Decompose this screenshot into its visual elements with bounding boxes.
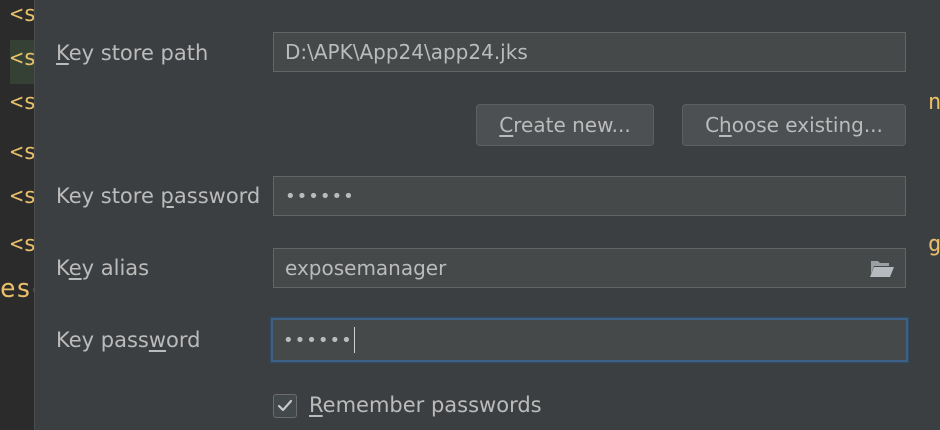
key-password-input[interactable]: •••••• <box>271 318 908 362</box>
remember-passwords-label[interactable]: Remember passwords <box>309 393 542 417</box>
key-password-label: Key password <box>56 328 201 352</box>
code-editor-background: <s <s <s <s <s <s esc <box>0 0 47 430</box>
code-glyph: g <box>928 232 940 257</box>
key-alias-value: exposemanager <box>285 256 447 280</box>
generate-signed-apk-dialog: Key store path D:\APK\App24\app24.jks Cr… <box>34 0 940 430</box>
code-glyph: n <box>928 90 940 115</box>
code-line: <s <box>10 232 37 257</box>
folder-icon[interactable] <box>869 259 895 279</box>
code-line: <s <box>10 184 37 209</box>
key-password-value: •••••• <box>283 329 353 351</box>
key-store-path-input[interactable]: D:\APK\App24\app24.jks <box>273 32 906 72</box>
key-store-path-label: Key store path <box>56 41 209 65</box>
screen: <s <s <s <s <s <s esc Key store path D:\… <box>0 0 940 430</box>
key-store-password-input[interactable]: •••••• <box>273 176 906 216</box>
remember-passwords-checkbox[interactable] <box>273 394 297 418</box>
code-line: <s <box>10 140 37 165</box>
key-store-password-label: Key store password <box>56 184 261 208</box>
text-caret <box>353 327 355 353</box>
checkmark-icon <box>277 399 293 412</box>
key-alias-input[interactable]: exposemanager <box>273 248 906 288</box>
key-alias-label: Key alias <box>56 256 150 280</box>
key-store-password-value: •••••• <box>285 185 355 207</box>
code-line: <s <box>10 2 37 27</box>
code-line: <s <box>10 90 37 115</box>
create-new-button[interactable]: Create new... <box>476 104 654 146</box>
code-line: <s <box>10 46 37 71</box>
choose-existing-button[interactable]: Ch oose existing... <box>682 104 906 146</box>
key-store-path-value: D:\APK\App24\app24.jks <box>285 40 528 64</box>
